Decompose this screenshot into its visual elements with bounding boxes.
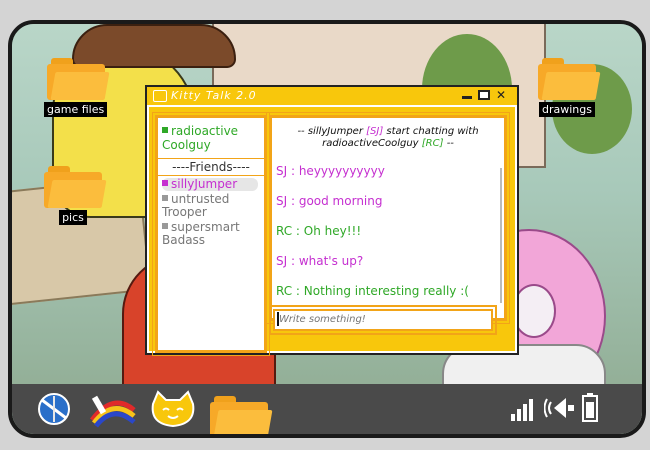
window-titlebar[interactable]: Kitty Talk 2.0 ✕ [147,87,517,107]
desktop-icon-game-files[interactable]: game files [44,58,110,117]
minimize-button[interactable] [461,90,473,100]
browser-icon[interactable] [34,390,74,432]
notice-tag-sj: [SJ] [366,126,384,137]
maximize-button[interactable] [478,90,490,100]
friend-item[interactable]: sillyJumper [162,178,258,191]
kitty-talk-icon[interactable] [148,390,198,434]
chat-message: SJ : good morning [276,194,383,208]
volume-icon[interactable] [543,394,576,426]
folder-icon[interactable] [210,396,273,434]
desktop-icon-label: game files [44,102,108,117]
close-button[interactable]: ✕ [495,89,507,101]
paint-icon[interactable] [88,390,138,432]
friend-item[interactable]: supersmart Badass [162,221,258,247]
folder-icon [44,166,107,208]
current-user: radioactive Coolguy [162,124,258,152]
offline-status-icon [162,223,168,229]
chat-log[interactable]: -- sillyJumper [SJ] start chatting with … [266,112,510,324]
message-composer[interactable] [269,305,497,335]
kitty-talk-window: Kitty Talk 2.0 ✕ radioactive Coolguy ---… [145,85,519,356]
chat-start-notice: -- sillyJumper [SJ] start chatting with … [276,126,500,150]
folder-icon [46,58,110,100]
folder-icon [538,58,601,100]
chat-message: RC : Oh hey!!! [276,224,362,238]
desktop-icon-pics[interactable]: pics [44,166,107,225]
friend-name: supersmart Badass [162,220,240,247]
chat-bubble-icon [153,90,167,102]
desktop-icon-label: drawings [539,102,595,117]
signal-icon [510,394,538,426]
message-input[interactable] [279,312,477,326]
notice-text: -- [446,138,454,149]
notice-tag-rc: [RC] [421,138,444,149]
desktop-icon-drawings[interactable]: drawings [538,58,601,117]
current-user-name: radioactive Coolguy [162,124,239,152]
online-status-icon [162,127,168,133]
chat-message: SJ : what's up? [276,254,364,268]
contacts-panel: radioactive Coolguy ----Friends---- sill… [152,112,270,356]
friend-item[interactable]: untrusted Trooper [162,193,258,219]
taskbar [12,384,642,434]
desktop-icon-label: pics [59,210,87,225]
battery-icon [582,392,598,426]
chat-message: SJ : heyyyyyyyyyy [276,164,385,178]
friend-name: untrusted Trooper [162,192,230,219]
friend-name: sillyJumper [171,177,238,191]
chat-scrollbar[interactable] [500,168,502,303]
offline-status-icon [162,195,168,201]
notice-text: -- sillyJumper [297,126,363,137]
friends-header: ----Friends---- [158,158,264,176]
online-status-icon [162,180,168,186]
screen-frame: game files pics drawings Kitty Talk 2.0 … [8,20,646,438]
window-title: Kitty Talk 2.0 [171,89,257,102]
chat-message: RC : Nothing interesting really :( [276,284,469,298]
